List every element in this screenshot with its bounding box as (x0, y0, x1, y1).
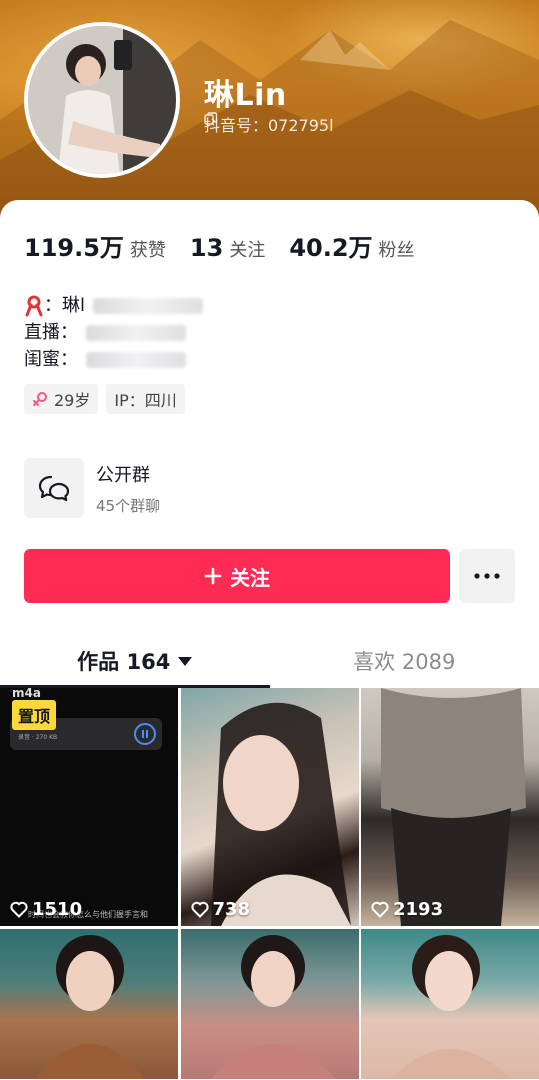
bio-line-3-label: 闺蜜： (24, 349, 78, 370)
stat-label: 关注 (229, 240, 266, 261)
video-thumb[interactable]: 2193 (361, 688, 539, 926)
bio-line-1: ：琳l (24, 292, 204, 319)
age-text: 29岁 (54, 391, 91, 410)
nickname: 琳Lin (204, 78, 287, 113)
tab-likes[interactable]: 喜欢 2089 (270, 634, 539, 688)
stat-value: 40.2万 (289, 234, 373, 262)
video-thumb[interactable] (0, 929, 178, 1079)
more-dots-icon (474, 573, 500, 579)
pause-icon (134, 723, 156, 745)
stat-followers[interactable]: 40.2万 粉丝 (289, 228, 414, 263)
video-thumb[interactable]: m4a 录音 · 270 KB 置顶 时间也会教你怎么与他们握手言和 1510 (0, 688, 178, 926)
follow-label: 关注 (230, 565, 270, 590)
video-thumb[interactable] (361, 929, 539, 1079)
video-thumb[interactable]: 738 (180, 688, 359, 926)
player-meta: 录音 · 270 KB (18, 734, 58, 741)
group-text: 公开群 45个群聊 (96, 461, 160, 516)
pinned-badge: 置顶 (12, 700, 57, 730)
bio-line-2-label: 直播： (24, 322, 78, 343)
avatar-photo (28, 26, 176, 174)
tab-likes-label: 喜欢 2089 (353, 650, 456, 674)
stat-following[interactable]: 13 关注 (190, 234, 265, 262)
video-grid: m4a 录音 · 270 KB 置顶 时间也会教你怎么与他们握手言和 1510 … (0, 688, 539, 1080)
like-count: 1510 (10, 899, 82, 920)
thumb-illustration (35, 935, 145, 1079)
copy-icon[interactable] (204, 112, 218, 126)
thumb-illustration (391, 935, 511, 1079)
group-chat-icon (38, 475, 70, 502)
ip-text: IP：四川 (114, 391, 177, 410)
thumb-illustration (210, 702, 351, 926)
like-count: 738 (190, 899, 251, 920)
content-tabs: 作品 164 喜欢 2089 (0, 634, 539, 688)
bio-line-3: 闺蜜： (24, 346, 203, 373)
tab-works-label: 作品 164 (77, 650, 171, 674)
stat-likes[interactable]: 119.5万 获赞 (24, 228, 166, 263)
stat-label: 粉丝 (378, 240, 415, 261)
stats-row: 119.5万 获赞 13 关注 40.2万 粉丝 (24, 228, 439, 263)
douyin-id-text: 抖音号：072795l (204, 116, 334, 135)
profile-banner: 琳Lin 抖音号：072795l (0, 0, 539, 230)
like-count-text: 1510 (32, 899, 83, 920)
more-button[interactable] (459, 549, 515, 603)
female-icon (33, 392, 47, 406)
video-thumb[interactable] (180, 929, 359, 1079)
blurred-text (86, 324, 186, 341)
douyin-id[interactable]: 抖音号：072795l (204, 112, 334, 136)
thumb-illustration (210, 935, 336, 1079)
public-group[interactable]: 公开群 45个群聊 (24, 458, 160, 518)
like-count: 2193 (371, 899, 443, 920)
heart-icon (10, 901, 28, 918)
tags-row: 29岁 IP：四川 (24, 384, 185, 414)
ribbon-icon (25, 295, 43, 316)
stat-value: 119.5万 (24, 234, 124, 262)
group-subtitle: 45个群聊 (96, 496, 161, 515)
avatar[interactable] (24, 22, 180, 178)
audio-format-label: m4a (12, 688, 41, 700)
stat-label: 获赞 (129, 240, 166, 261)
tab-works[interactable]: 作品 164 (0, 634, 270, 688)
blurred-text (93, 297, 204, 314)
stat-value: 13 (189, 234, 224, 262)
like-count-text: 2193 (393, 899, 444, 920)
caret-down-icon[interactable] (178, 656, 193, 666)
heart-icon (371, 901, 389, 918)
heart-icon (190, 901, 209, 918)
bio-line-1-text: ：琳l (44, 295, 86, 316)
ip-tag: IP：四川 (106, 384, 185, 414)
age-tag: 29岁 (24, 384, 99, 414)
blurred-text (86, 351, 186, 368)
follow-button[interactable]: 关注 (24, 549, 450, 603)
bio: ：琳l 直播： 闺蜜： (24, 292, 204, 373)
group-icon-box (24, 458, 84, 518)
thumb-illustration (381, 688, 526, 926)
bio-line-2: 直播： (24, 319, 203, 346)
plus-icon (204, 567, 222, 585)
like-count-text: 738 (212, 899, 251, 920)
group-title: 公开群 (96, 464, 150, 486)
